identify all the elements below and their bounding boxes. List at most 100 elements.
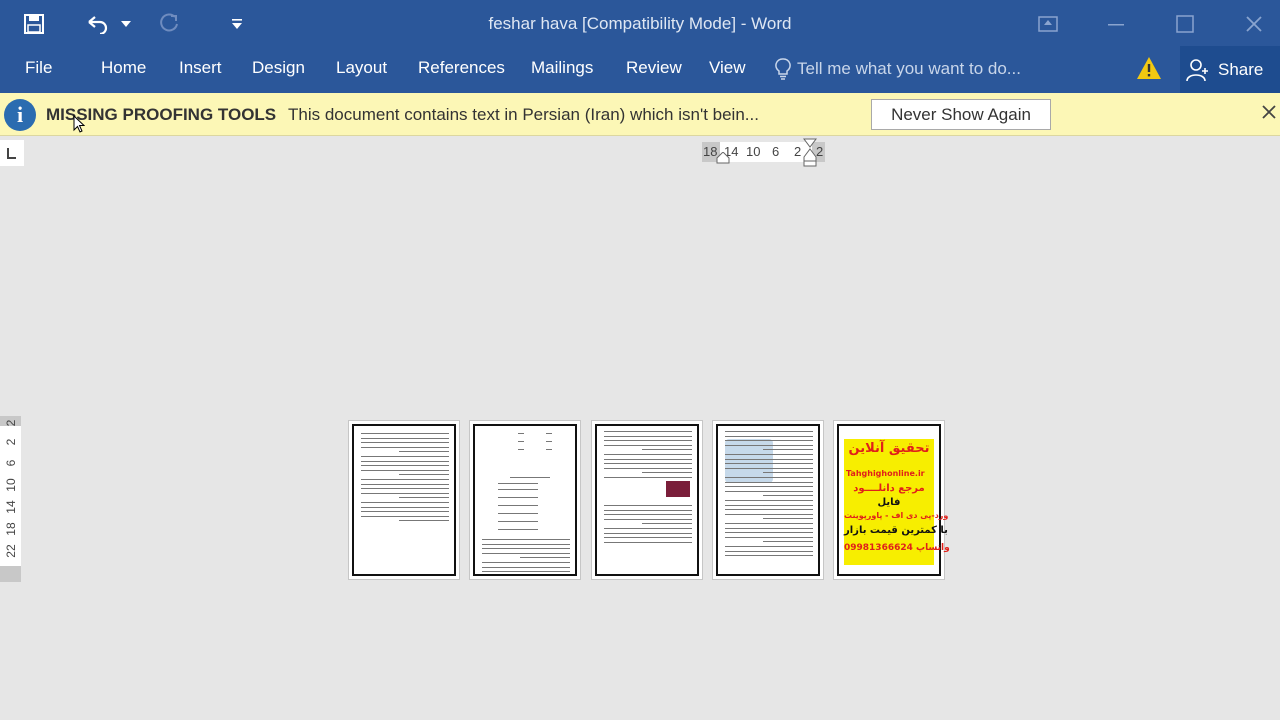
text-line [361,488,449,490]
text-line [399,520,449,522]
advertisement-box: تحقیق آنلاین Tahghighonline.ir مرجع دانل… [844,439,950,565]
tab-home[interactable]: Home [101,58,146,78]
ad-download: مرجع دانلــــود [853,483,925,494]
text-line [763,495,813,497]
warning-icon[interactable] [1136,56,1164,82]
ruler-number: 6 [4,459,18,467]
text-line [725,431,813,432]
never-show-again-button[interactable]: Never Show Again [871,99,1051,130]
text-line [725,500,813,501]
vertical-ruler[interactable]: 2 2 6 10 14 18 22 [0,416,21,582]
page-thumbnail-4[interactable] [712,420,824,580]
text-line [763,449,813,451]
text-line [604,444,692,446]
tell-me-search[interactable]: Tell me what you want to do... [775,56,1021,82]
text-line [604,532,692,534]
close-message-icon[interactable] [1261,104,1280,124]
text-line [604,477,692,478]
tab-stop-selector[interactable] [0,140,24,166]
page-thumbnail-1[interactable] [348,420,460,580]
ruler-number: 22 [4,544,18,558]
text-line [604,528,692,529]
text-line [604,458,692,460]
text-line [604,467,692,469]
window-title: feshar hava [Compatibility Mode] - Word [488,14,792,33]
text-line [361,460,449,462]
text-line [482,548,570,550]
message-bar: i MISSING PROOFING TOOLS This document c… [0,93,1280,136]
text-line [763,541,813,543]
minimize-icon[interactable] [1099,8,1133,40]
message-text: This document contains text in Persian (… [288,105,759,124]
person-icon [1186,58,1208,81]
text-line [604,454,692,455]
tab-insert[interactable]: Insert [179,58,222,78]
text-line [725,546,813,547]
page-thumbnail-3[interactable] [591,420,703,580]
share-button[interactable]: Share [1180,46,1280,93]
ruler-number: 6 [772,144,780,159]
text-line [725,527,813,529]
tab-review[interactable]: Review [626,58,682,78]
maximize-icon[interactable] [1168,8,1202,40]
text-line [361,456,449,457]
first-line-indent-icon[interactable] [802,138,818,168]
tab-layout[interactable]: Layout [336,58,387,78]
text-line [725,550,813,552]
text-line [642,472,692,474]
text-line [725,536,813,538]
text-line [725,444,813,446]
tab-view[interactable]: View [709,58,746,78]
text-line [361,433,449,434]
text-line [604,518,692,520]
info-icon: i [4,99,36,131]
ruler-number: 14 [4,500,18,514]
share-label: Share [1218,59,1264,79]
text-line [604,514,692,516]
tab-file[interactable]: File [25,58,52,78]
ribbon-display-options-icon[interactable] [1031,8,1065,40]
text-line [361,437,449,439]
ruler-number: 18 [4,522,18,536]
text-line [399,474,449,476]
text-line [725,477,813,478]
text-line [361,492,449,494]
text-line [725,454,813,455]
text-line [763,518,813,520]
text-line [725,481,813,483]
text-line [482,562,570,563]
horizontal-ruler[interactable]: 18 14 10 6 2 2 [702,138,825,167]
text-line [604,440,692,442]
ruler-number: 10 [746,144,761,159]
text-line [725,532,813,534]
page-thumbnail-5[interactable]: تحقیق آنلاین Tahghighonline.ir مرجع دانل… [833,420,950,580]
text-line [520,557,570,559]
text-line [725,509,813,511]
title-bar: feshar hava [Compatibility Mode] - Word [0,0,1280,46]
close-icon[interactable] [1237,8,1271,40]
text-line [604,505,692,506]
text-line [725,504,813,506]
ruler-number: 2 [4,419,18,427]
indent-marker-icon[interactable] [716,152,730,164]
text-line [361,511,449,513]
text-line [604,537,692,539]
text-line [763,472,813,474]
text-line [361,446,449,448]
tab-references[interactable]: References [418,58,505,78]
text-line [604,431,692,432]
ruler-number: 2 [794,144,802,159]
tab-design[interactable]: Design [252,58,305,78]
lightbulb-icon [775,58,791,80]
tell-me-text: Tell me what you want to do... [797,59,1021,78]
text-line [399,451,449,453]
text-line [604,463,692,465]
text-line [725,513,813,515]
page-thumbnail-2[interactable] [469,420,581,580]
ribbon-tabs: File Home Insert Design Layout Reference… [0,46,1280,93]
text-line [361,442,449,444]
text-line [361,469,449,471]
text-line [482,543,570,545]
tab-mailings[interactable]: Mailings [531,58,593,78]
text-line [361,479,449,480]
